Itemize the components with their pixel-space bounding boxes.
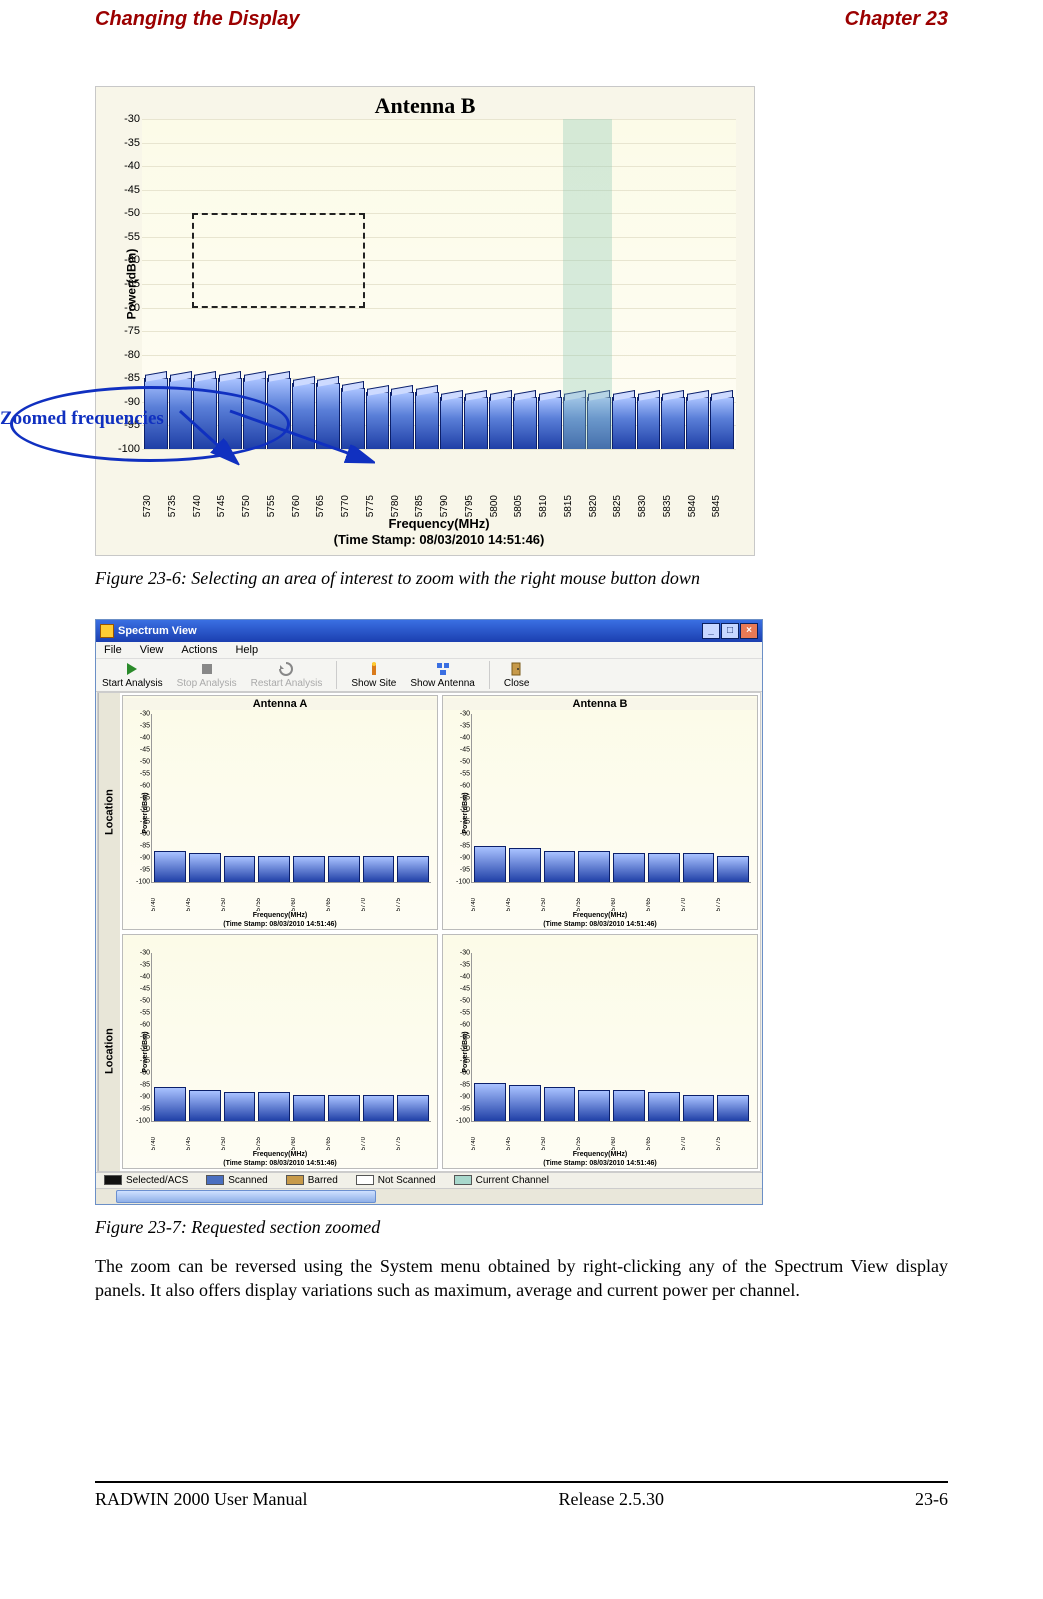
mini-xaxis-label: Frequency(MHz) (123, 1151, 437, 1158)
ytick-label: -85 (124, 372, 140, 384)
restart-icon (278, 661, 294, 677)
bar (538, 397, 562, 449)
timestamp-label: (Time Stamp: 08/03/2010 14:51:46) (142, 532, 736, 547)
legend-selected-acs: Selected/ACS (104, 1175, 188, 1186)
zoom-selection-box[interactable] (192, 213, 365, 307)
location-label-1: Location (98, 693, 120, 932)
ytick-label: -80 (124, 349, 140, 361)
body-paragraph: The zoom can be reversed using the Syste… (95, 1254, 948, 1303)
window-titlebar[interactable]: Spectrum View _ □ × (96, 620, 762, 642)
figure-23-6-caption: Figure 23-6: Selecting an area of intere… (95, 568, 948, 589)
menubar: File View Actions Help (96, 642, 762, 658)
bar (415, 392, 439, 449)
ytick-label: -45 (124, 184, 140, 196)
mini-xaxis-label: Frequency(MHz) (123, 912, 437, 919)
menu-actions[interactable]: Actions (181, 644, 217, 656)
horizontal-scrollbar[interactable] (96, 1188, 762, 1204)
ytick-label: -30 (124, 113, 140, 125)
mini-chart-title: Antenna A (123, 698, 437, 710)
mini-timestamp: (Time Stamp: 08/03/2010 14:51:46) (123, 1160, 437, 1167)
window-title: Spectrum View (118, 625, 197, 637)
chapter-label: Chapter 23 (845, 8, 948, 31)
bar (440, 397, 464, 449)
chart-loc2-antenna-a[interactable]: Power(dBm)-30-35-40-45-50-55-60-65-70-75… (122, 934, 438, 1169)
bar (661, 397, 685, 449)
legend-barred: Barred (286, 1175, 338, 1186)
mini-timestamp: (Time Stamp: 08/03/2010 14:51:46) (443, 1160, 757, 1167)
annotation-arrow-icon (175, 406, 375, 476)
antenna-b-chart: Antenna B Power(dBm) -30-35-40-45-50-55-… (95, 86, 755, 556)
start-analysis-button[interactable]: Start Analysis (102, 661, 163, 689)
footer-left: RADWIN 2000 User Manual (95, 1489, 307, 1510)
current-channel-highlight (563, 119, 613, 449)
bar (612, 397, 636, 449)
legend-scanned: Scanned (206, 1175, 267, 1186)
footer-center: Release 2.5.30 (559, 1489, 664, 1510)
mini-xaxis-label: Frequency(MHz) (443, 912, 757, 919)
chart-loc2-antenna-b[interactable]: Power(dBm)-30-35-40-45-50-55-60-65-70-75… (442, 934, 758, 1169)
site-icon (366, 661, 382, 677)
mini-xaxis-label: Frequency(MHz) (443, 1151, 757, 1158)
ytick-label: -50 (124, 207, 140, 219)
stop-analysis-button[interactable]: Stop Analysis (177, 661, 237, 689)
antenna-icon (435, 661, 451, 677)
ytick-label: -60 (124, 254, 140, 266)
bar (686, 397, 710, 449)
ytick-label: -70 (124, 302, 140, 314)
menu-help[interactable]: Help (235, 644, 258, 656)
bar (390, 392, 414, 449)
chart-loc1-antenna-b[interactable]: Antenna BPower(dBm)-30-35-40-45-50-55-60… (442, 695, 758, 930)
legend-not-scanned: Not Scanned (356, 1175, 436, 1186)
ytick-label: -75 (124, 325, 140, 337)
mini-chart-title: Antenna B (443, 698, 757, 710)
menu-file[interactable]: File (104, 644, 122, 656)
page-footer: RADWIN 2000 User Manual Release 2.5.30 2… (95, 1481, 948, 1510)
chart-loc1-antenna-a[interactable]: Antenna APower(dBm)-30-35-40-45-50-55-60… (122, 695, 438, 930)
ytick-label: -35 (124, 137, 140, 149)
close-button[interactable]: Close (504, 661, 530, 689)
app-icon (100, 624, 114, 638)
mini-timestamp: (Time Stamp: 08/03/2010 14:51:46) (123, 921, 437, 928)
stop-icon (199, 661, 215, 677)
minimize-button[interactable]: _ (702, 623, 720, 639)
ytick-label: -55 (124, 231, 140, 243)
ytick-label: -40 (124, 160, 140, 172)
maximize-button[interactable]: □ (721, 623, 739, 639)
bar (637, 397, 661, 449)
legend: Selected/ACS Scanned Barred Not Scanned Curr… (96, 1172, 762, 1188)
spectrum-view-window: Spectrum View _ □ × FileViewActionsHelp … (95, 619, 763, 1205)
bar (464, 397, 488, 449)
chart-title: Antenna B (96, 93, 754, 119)
figure-23-7-caption: Figure 23-7: Requested section zoomed (95, 1217, 948, 1238)
location-label-2: Location (98, 932, 120, 1171)
menu-view[interactable]: View (140, 644, 164, 656)
show-antenna-button[interactable]: Show Antenna (410, 661, 475, 689)
mini-timestamp: (Time Stamp: 08/03/2010 14:51:46) (443, 921, 757, 928)
footer-right: 23-6 (915, 1489, 948, 1510)
x-axis-label: Frequency(MHz) (142, 516, 736, 531)
toolbar: Start Analysis Stop Analysis Restart Analy… (96, 658, 762, 692)
door-icon (509, 661, 525, 677)
annotation-label: Zoomed frequencies (0, 408, 164, 430)
section-title: Changing the Display (95, 8, 299, 31)
close-button[interactable]: × (740, 623, 758, 639)
show-site-button[interactable]: Show Site (351, 661, 396, 689)
play-icon (124, 661, 140, 677)
bar (710, 397, 734, 449)
bar (489, 397, 513, 449)
restart-analysis-button[interactable]: Restart Analysis (251, 661, 323, 689)
legend-current-channel: Current Channel (454, 1175, 549, 1186)
bar (513, 397, 537, 449)
ytick-label: -65 (124, 278, 140, 290)
scrollbar-thumb[interactable] (116, 1190, 376, 1203)
